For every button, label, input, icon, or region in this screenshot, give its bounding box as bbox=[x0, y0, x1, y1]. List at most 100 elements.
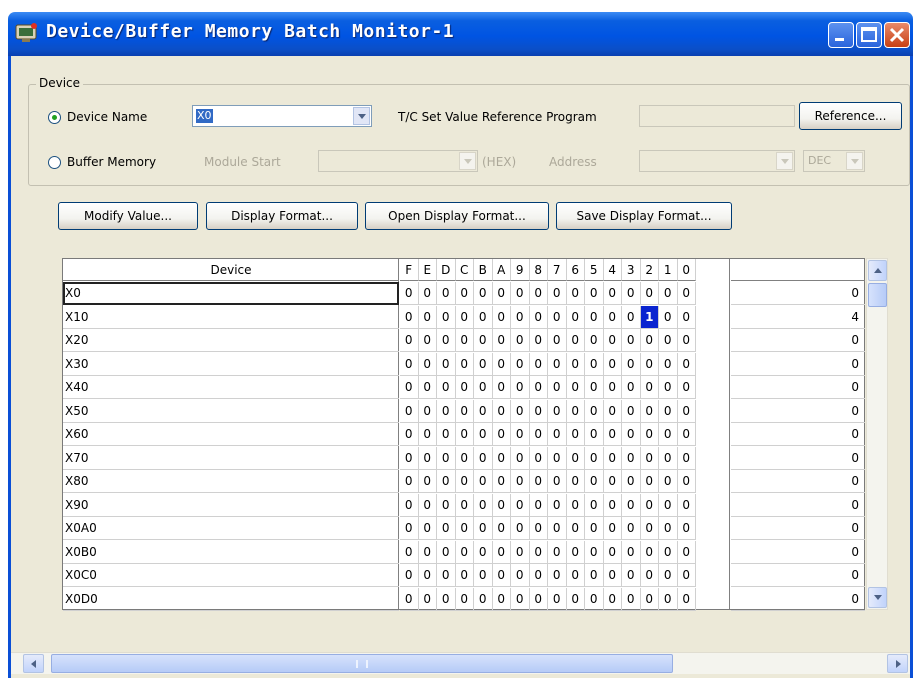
bit-cell[interactable]: 0 bbox=[585, 352, 604, 376]
bit-cell[interactable]: 0 bbox=[400, 493, 419, 517]
bit-cell[interactable]: 0 bbox=[492, 587, 511, 611]
bit-cell[interactable]: 0 bbox=[566, 587, 585, 611]
bit-cell[interactable]: 0 bbox=[659, 517, 678, 540]
bit-cell[interactable]: 0 bbox=[566, 564, 585, 587]
bit-cell[interactable]: 0 bbox=[511, 564, 530, 587]
bit-cell[interactable]: 0 bbox=[566, 517, 585, 540]
bit-cell[interactable]: 1 bbox=[640, 305, 659, 329]
bit-cell[interactable]: 0 bbox=[659, 399, 678, 423]
bit-cell[interactable]: 0 bbox=[585, 446, 604, 470]
bit-cell[interactable]: 0 bbox=[437, 399, 456, 423]
bit-cell[interactable]: 0 bbox=[529, 305, 548, 329]
bit-cell[interactable]: 0 bbox=[400, 587, 419, 611]
bit-cell[interactable]: 0 bbox=[455, 587, 474, 611]
bit-cell[interactable]: 0 bbox=[622, 564, 641, 587]
bit-cell[interactable]: 0 bbox=[659, 446, 678, 470]
bit-cell[interactable]: 0 bbox=[566, 399, 585, 423]
bit-cell[interactable]: 0 bbox=[455, 329, 474, 352]
bit-cell[interactable]: 0 bbox=[677, 352, 696, 376]
bit-cell[interactable]: 0 bbox=[529, 446, 548, 470]
bit-cell[interactable]: 0 bbox=[474, 493, 493, 517]
bit-cell[interactable]: 0 bbox=[455, 399, 474, 423]
minimize-button[interactable] bbox=[828, 22, 854, 48]
value-cell[interactable]: 0 bbox=[731, 588, 865, 611]
maximize-button[interactable] bbox=[856, 22, 882, 48]
bit-cell[interactable]: 0 bbox=[492, 493, 511, 517]
bit-cell[interactable]: 0 bbox=[622, 305, 641, 329]
bit-cell[interactable]: 0 bbox=[585, 540, 604, 564]
bit-cell[interactable]: 0 bbox=[418, 540, 437, 564]
bit-cell[interactable]: 0 bbox=[677, 282, 696, 305]
bit-cell[interactable]: 0 bbox=[566, 493, 585, 517]
open-display-format-button[interactable]: Open Display Format... bbox=[365, 202, 549, 230]
bit-cell[interactable]: 0 bbox=[622, 399, 641, 423]
bit-cell[interactable]: 0 bbox=[437, 517, 456, 540]
bit-cell[interactable]: 0 bbox=[622, 540, 641, 564]
reference-button[interactable]: Reference... bbox=[799, 102, 902, 130]
bit-cell[interactable]: 0 bbox=[529, 540, 548, 564]
bit-cell[interactable]: 0 bbox=[529, 470, 548, 493]
bit-cell[interactable]: 0 bbox=[659, 376, 678, 399]
device-cell[interactable]: X20 bbox=[63, 329, 399, 352]
bit-cell[interactable]: 0 bbox=[437, 470, 456, 493]
bit-cell[interactable]: 0 bbox=[474, 282, 493, 305]
bit-cell[interactable]: 0 bbox=[492, 446, 511, 470]
device-cell[interactable]: X30 bbox=[63, 353, 399, 376]
bit-cell[interactable]: 0 bbox=[400, 517, 419, 540]
bit-cell[interactable]: 0 bbox=[474, 423, 493, 446]
bit-cell[interactable]: 0 bbox=[677, 540, 696, 564]
bit-cell[interactable]: 0 bbox=[622, 587, 641, 611]
bit-cell[interactable]: 0 bbox=[677, 376, 696, 399]
bit-cell[interactable]: 0 bbox=[455, 423, 474, 446]
bit-cell[interactable]: 0 bbox=[437, 564, 456, 587]
bit-cell[interactable]: 0 bbox=[474, 376, 493, 399]
bit-cell[interactable]: 0 bbox=[529, 564, 548, 587]
bit-cell[interactable]: 0 bbox=[492, 352, 511, 376]
device-name-combo[interactable]: X0 bbox=[192, 105, 372, 127]
bit-cell[interactable]: 0 bbox=[455, 376, 474, 399]
module-start-combo[interactable] bbox=[318, 150, 478, 172]
bit-cell[interactable]: 0 bbox=[640, 587, 659, 611]
bit-cell[interactable]: 0 bbox=[603, 352, 622, 376]
bit-cell[interactable]: 0 bbox=[400, 540, 419, 564]
bit-cell[interactable]: 0 bbox=[640, 376, 659, 399]
bit-cell[interactable]: 0 bbox=[492, 564, 511, 587]
bit-cell[interactable]: 0 bbox=[659, 282, 678, 305]
bit-cell[interactable]: 0 bbox=[603, 399, 622, 423]
bit-cell[interactable]: 0 bbox=[677, 517, 696, 540]
bit-cell[interactable]: 0 bbox=[603, 587, 622, 611]
bit-cell[interactable]: 0 bbox=[566, 470, 585, 493]
value-cell[interactable]: 0 bbox=[731, 564, 865, 587]
bit-cell[interactable]: 0 bbox=[659, 540, 678, 564]
bit-cell[interactable]: 0 bbox=[622, 470, 641, 493]
bit-cell[interactable]: 0 bbox=[548, 305, 567, 329]
bit-cell[interactable]: 0 bbox=[677, 399, 696, 423]
bit-cell[interactable]: 0 bbox=[418, 399, 437, 423]
bit-cell[interactable]: 0 bbox=[400, 305, 419, 329]
bit-cell[interactable]: 0 bbox=[603, 329, 622, 352]
bit-cell[interactable]: 0 bbox=[474, 446, 493, 470]
bit-cell[interactable]: 0 bbox=[400, 399, 419, 423]
bit-cell[interactable]: 0 bbox=[418, 423, 437, 446]
bit-cell[interactable]: 0 bbox=[677, 329, 696, 352]
value-cell[interactable]: 0 bbox=[731, 541, 865, 564]
device-monitor-grid[interactable]: Device F E D C B A 9 8 7 6 5 4 3 2 1 0 X0 0 0 0 0 0 0 0 0 0 0 0 0 0 0 0… bbox=[62, 258, 865, 611]
device-cell[interactable]: X0A0 bbox=[63, 517, 399, 540]
bit-cell[interactable]: 0 bbox=[548, 376, 567, 399]
bit-cell[interactable]: 0 bbox=[474, 352, 493, 376]
bit-cell[interactable]: 0 bbox=[603, 564, 622, 587]
bit-cell[interactable]: 0 bbox=[418, 470, 437, 493]
bit-cell[interactable]: 0 bbox=[548, 423, 567, 446]
bit-cell[interactable]: 0 bbox=[640, 564, 659, 587]
bit-cell[interactable]: 0 bbox=[492, 376, 511, 399]
bit-cell[interactable]: 0 bbox=[511, 305, 530, 329]
bit-cell[interactable]: 0 bbox=[511, 587, 530, 611]
tc-reference-field[interactable] bbox=[639, 105, 795, 127]
bit-cell[interactable]: 0 bbox=[529, 352, 548, 376]
device-name-dropdown-button[interactable] bbox=[353, 107, 370, 125]
device-cell[interactable]: X0D0 bbox=[63, 588, 399, 611]
bit-cell[interactable]: 0 bbox=[603, 540, 622, 564]
bit-cell[interactable]: 0 bbox=[677, 446, 696, 470]
bit-cell[interactable]: 0 bbox=[418, 446, 437, 470]
bit-cell[interactable]: 0 bbox=[640, 399, 659, 423]
